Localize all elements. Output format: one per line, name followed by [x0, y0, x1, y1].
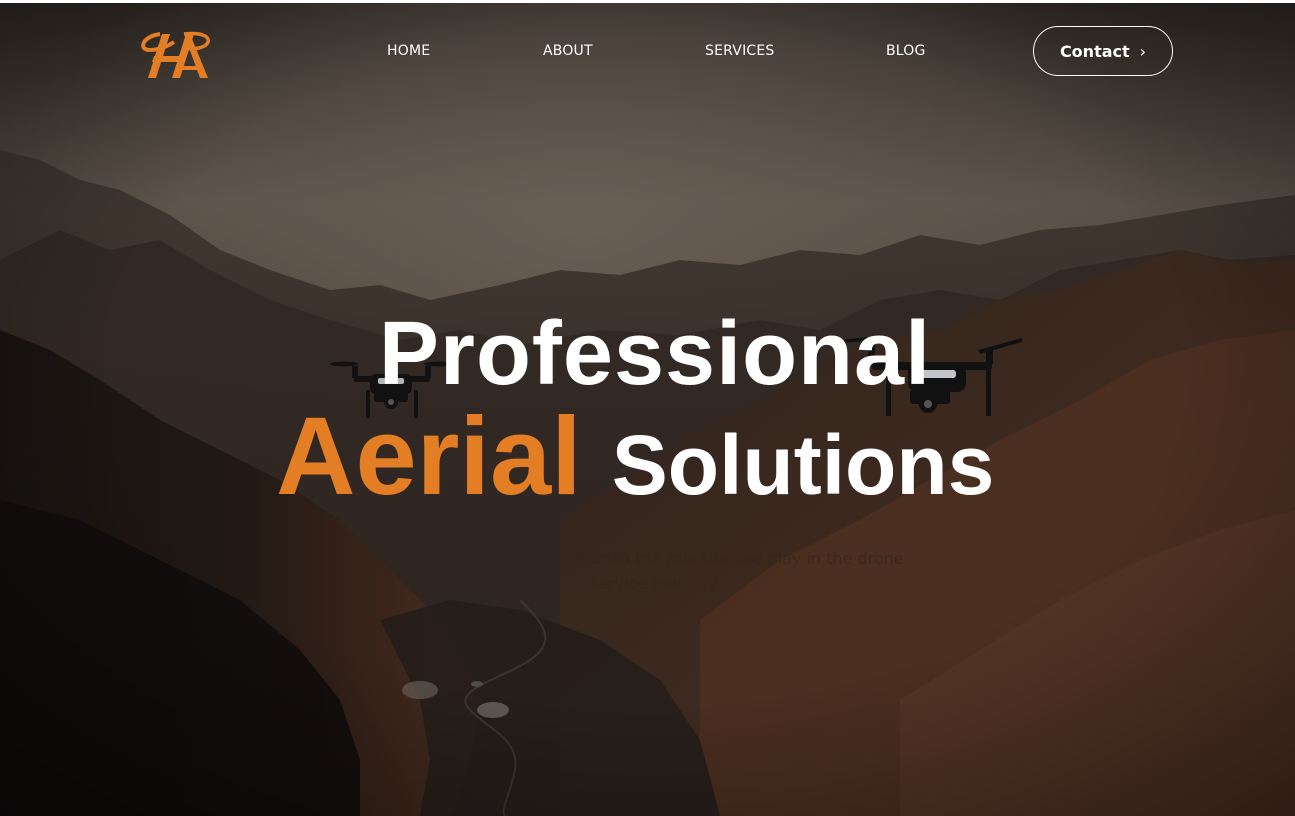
navbar: HOME ABOUT SERVICES BLOG Contact ›	[0, 0, 1295, 104]
hero-title-line2: Aerial Solutions	[276, 398, 994, 549]
hero-title-line1: Professional	[378, 304, 932, 404]
nav-blog-link[interactable]: BLOG	[886, 43, 926, 59]
chevron-right-icon: ›	[1139, 41, 1147, 61]
nav-about-link[interactable]: ABOUT	[543, 43, 593, 59]
contact-button[interactable]: Contact ›	[1033, 26, 1173, 76]
brand-logo[interactable]	[138, 26, 216, 82]
contact-button-label: Contact	[1059, 41, 1130, 61]
hero-subtitle: We at Hartley Aerial cherish the role th…	[406, 549, 904, 593]
hero-title-rest: Solutions	[611, 418, 995, 512]
nav-home-link[interactable]: HOME	[387, 43, 430, 59]
nav-services-link[interactable]: SERVICES	[705, 43, 775, 59]
hero-title-accent-word: Aerial	[276, 395, 582, 518]
hero-section: HOME ABOUT SERVICES BLOG Contact › Profe…	[0, 0, 1295, 816]
